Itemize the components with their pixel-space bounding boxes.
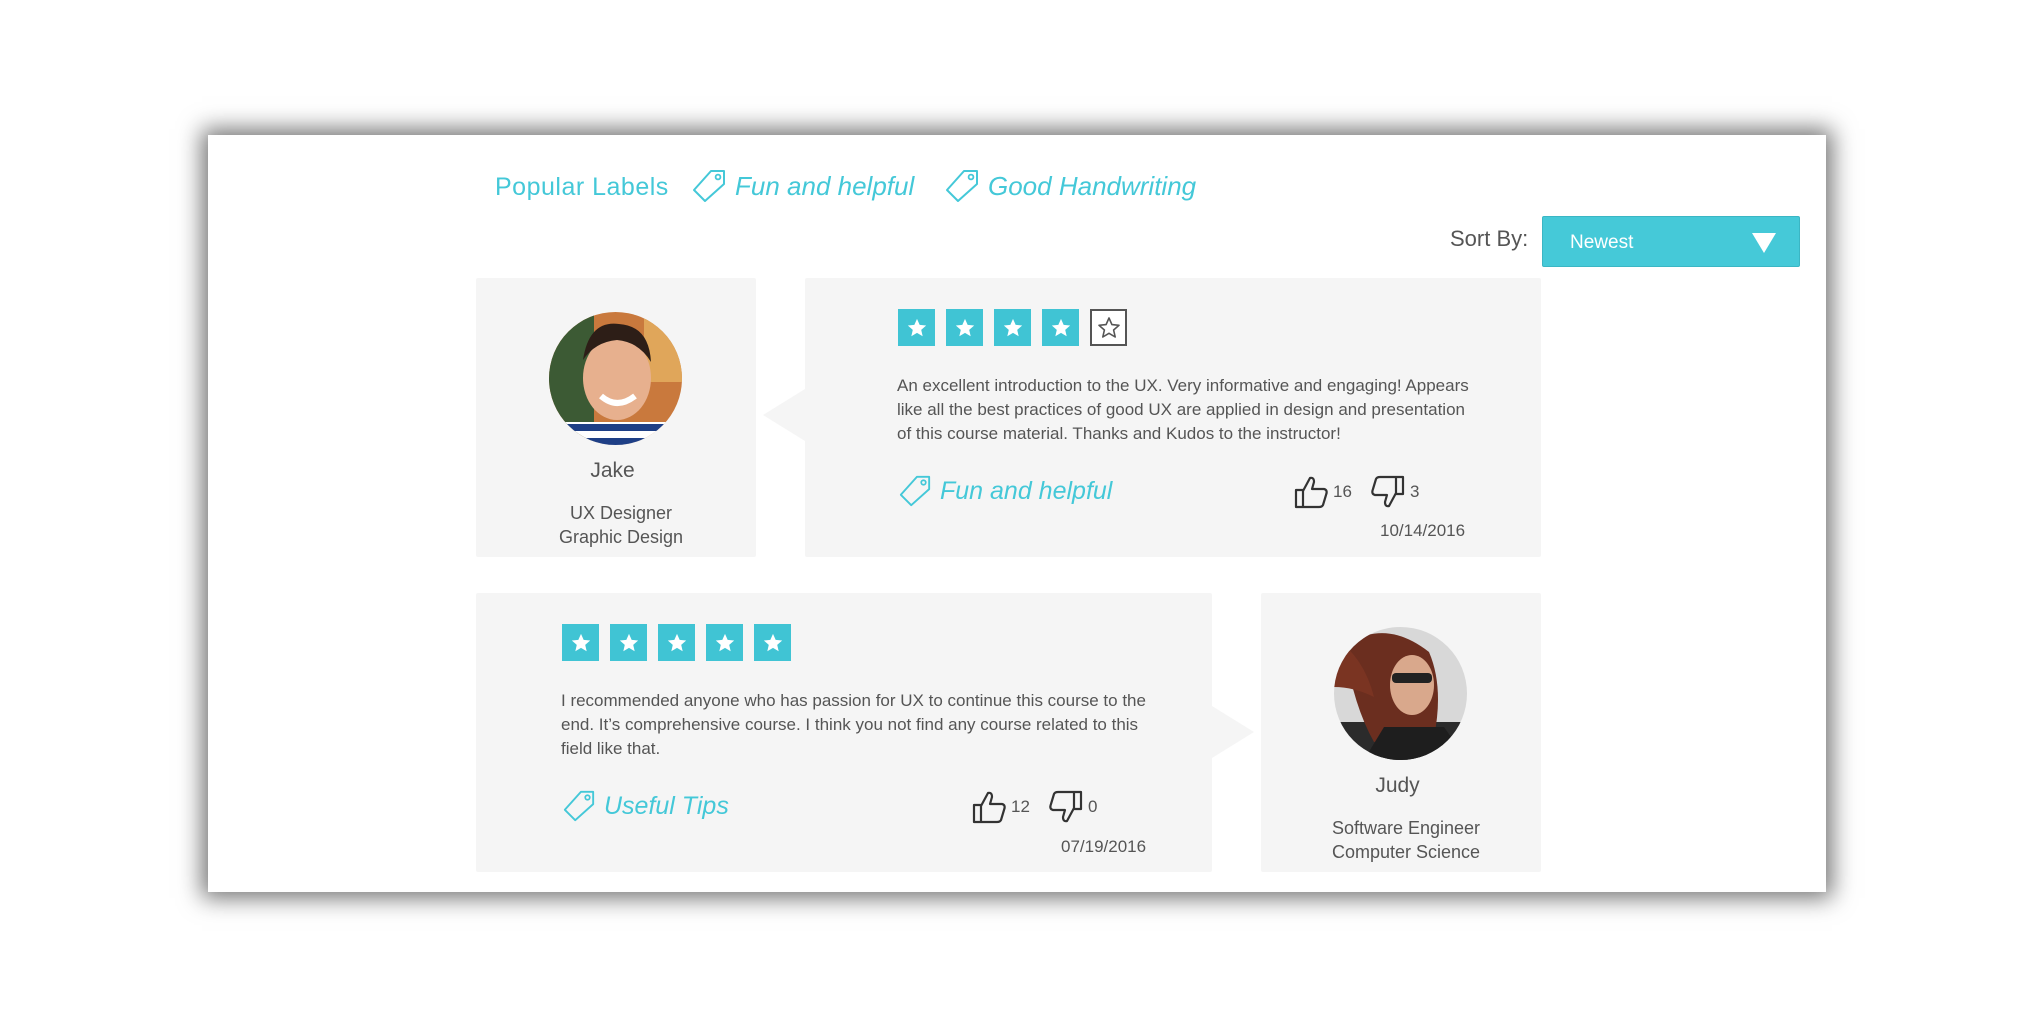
star-icon	[754, 624, 791, 661]
dropdown-caret-icon	[1752, 233, 1776, 253]
like-button[interactable]: 12	[971, 789, 1030, 825]
star-icon	[706, 624, 743, 661]
reviewer-role-line: Computer Science	[1331, 842, 1481, 862]
star-rating	[562, 624, 791, 661]
reviewer-role-line: Software Engineer	[1331, 818, 1481, 838]
reviewer-profile-judy: Judy Software Engineer Computer Science	[1261, 593, 1541, 872]
like-button[interactable]: 16	[1293, 474, 1352, 510]
speech-pointer	[1212, 706, 1254, 758]
star-rating	[898, 309, 1127, 346]
review-card-judy: I recommended anyone who has passion for…	[476, 593, 1212, 872]
reviewer-role: Software Engineer Computer Science	[1261, 816, 1551, 864]
reviewer-role: UX Designer Graphic Design	[476, 501, 766, 549]
popular-labels-title: Popular Labels	[495, 173, 669, 201]
sort-dropdown[interactable]: Newest	[1542, 216, 1800, 267]
star-icon	[946, 309, 983, 346]
speech-pointer	[763, 389, 805, 441]
review-card-jake: An excellent introduction to the UX. Ver…	[805, 278, 1541, 557]
dislike-count: 0	[1088, 797, 1098, 816]
tag-icon	[693, 170, 725, 202]
review-label-tag[interactable]: Useful Tips	[562, 789, 729, 823]
dislike-button[interactable]: 0	[1048, 789, 1097, 825]
reviews-card: Popular Labels Fun and helpful Good Hand…	[208, 135, 1826, 892]
review-text: I recommended anyone who has passion for…	[561, 691, 1146, 758]
avatar-photo	[549, 312, 682, 445]
star-icon	[898, 309, 935, 346]
like-count: 12	[1011, 797, 1030, 816]
tag-icon	[946, 170, 978, 202]
avatar	[549, 312, 682, 445]
dislike-count: 3	[1410, 482, 1420, 501]
star-icon	[658, 624, 695, 661]
star-icon	[562, 624, 599, 661]
thumbs-down-icon	[1371, 475, 1405, 508]
popular-label-text: Good Handwriting	[988, 170, 1197, 201]
popular-label-fun-and-helpful[interactable]: Fun and helpful	[691, 168, 914, 204]
review-label-text: Useful Tips	[604, 791, 729, 820]
dislike-button[interactable]: 3	[1370, 474, 1419, 510]
popular-label-text: Fun and helpful	[735, 170, 915, 201]
reviewer-role-line: UX Designer	[569, 503, 673, 523]
review-date: 10/14/2016	[1380, 521, 1466, 540]
reviewer-role-line: Graphic Design	[558, 527, 684, 547]
review-label-text: Fun and helpful	[940, 476, 1113, 505]
reviewer-profile-jake: Jake UX Designer Graphic Design	[476, 278, 756, 557]
reviewer-name: Jake	[590, 459, 635, 482]
star-icon	[994, 309, 1031, 346]
sort-by-label: Sort By:	[1450, 226, 1529, 251]
popular-label-good-handwriting[interactable]: Good Handwriting	[944, 168, 1196, 204]
sort-dropdown-value: Newest	[1570, 232, 1634, 253]
thumbs-up-icon	[1294, 476, 1328, 509]
review-label-tag[interactable]: Fun and helpful	[898, 474, 1112, 508]
star-icon	[610, 624, 647, 661]
review-text: An excellent introduction to the UX. Ver…	[897, 376, 1469, 443]
thumbs-up-icon	[972, 791, 1006, 824]
avatar-photo	[1334, 627, 1467, 760]
thumbs-down-icon	[1049, 790, 1083, 823]
star-icon	[1042, 309, 1079, 346]
like-count: 16	[1333, 482, 1352, 501]
avatar	[1334, 627, 1467, 760]
tag-icon	[899, 475, 931, 507]
review-date: 07/19/2016	[1061, 837, 1147, 856]
tag-icon	[563, 790, 595, 822]
star-empty-icon	[1090, 309, 1127, 346]
reviewer-name: Judy	[1375, 774, 1420, 797]
